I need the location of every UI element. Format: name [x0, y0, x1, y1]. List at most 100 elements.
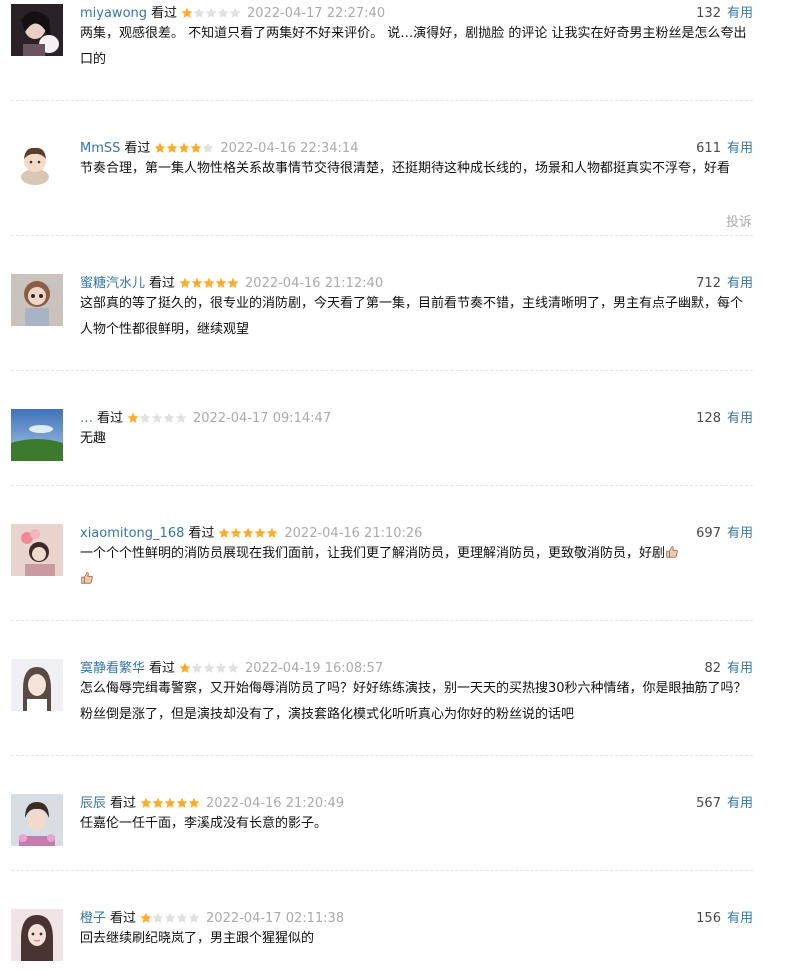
avatar[interactable]: [11, 524, 63, 576]
username-link[interactable]: 寞静看繁华: [80, 661, 145, 676]
comment-time: 2022-04-16 21:10:26: [284, 526, 423, 541]
star-empty-icon: [229, 7, 241, 18]
comment-time: 2022-04-17 22:27:40: [247, 6, 386, 21]
useful-button[interactable]: 有用: [727, 911, 753, 926]
star-filled-icon: [215, 277, 227, 288]
watched-label: 看过: [124, 141, 151, 156]
rating-stars-graphic: [218, 527, 278, 538]
avatar[interactable]: [11, 909, 63, 961]
comment-text: 怎么侮辱完缉毒警察，又开始侮辱消防员了吗？好好练练演技，别一天天的买热搜30秒六…: [80, 681, 747, 722]
username-link[interactable]: xiaomitong_168: [80, 526, 184, 541]
divider: [11, 370, 753, 371]
star-filled-icon: [179, 662, 191, 673]
username-link[interactable]: 蜜糖汽水儿: [80, 276, 145, 291]
rating-stars-graphic: [155, 142, 214, 153]
username-link[interactable]: MmSS: [80, 141, 120, 156]
rating-stars-graphic: [140, 912, 200, 923]
star-empty-icon: [163, 412, 175, 423]
avatar[interactable]: [11, 274, 63, 326]
thumbs-up-emoji-icon: [81, 572, 93, 584]
star-empty-icon: [152, 912, 164, 923]
useful-button[interactable]: 有用: [727, 526, 753, 541]
rating-stars: [140, 912, 200, 924]
watched-label: 看过: [151, 6, 178, 21]
rating-stars: [127, 412, 187, 424]
avatar-image: [11, 794, 63, 846]
vote-count: 156: [696, 911, 721, 926]
comment-time: 2022-04-19 16:08:57: [245, 661, 384, 676]
comment-text: 任嘉伦一任千面，李溪成没有长意的影子。: [80, 816, 328, 831]
useful-button[interactable]: 有用: [727, 796, 753, 811]
star-filled-icon: [167, 142, 178, 153]
rating-stars-graphic: [127, 412, 187, 423]
star-filled-icon: [152, 797, 164, 808]
vote-count: 82: [704, 661, 721, 676]
star-filled-icon: [191, 277, 203, 288]
rating-stars-graphic: [140, 797, 200, 808]
comment-time: 2022-04-16 21:20:49: [206, 796, 345, 811]
star-empty-icon: [191, 662, 203, 673]
avatar[interactable]: [11, 139, 63, 191]
star-filled-icon: [140, 797, 152, 808]
avatar-image: [11, 274, 63, 326]
thumbs-up-emoji-icon: [666, 546, 678, 558]
star-empty-icon: [151, 412, 163, 423]
rating-stars: [154, 142, 214, 154]
divider: [11, 620, 753, 621]
star-filled-icon: [218, 527, 230, 538]
comment-text: 这部真的等了挺久的，很专业的消防剧，今天看了第一集，目前看节奏不错，主线清晰明了…: [80, 296, 744, 337]
comment-time: 2022-04-17 02:11:38: [206, 911, 345, 926]
rating-stars-graphic: [181, 7, 241, 18]
rating-stars: [179, 662, 239, 674]
watched-label: 看过: [188, 526, 215, 541]
useful-button[interactable]: 有用: [727, 661, 753, 676]
star-filled-icon: [254, 527, 266, 538]
rating-stars-graphic: [179, 662, 239, 673]
divider: [11, 235, 753, 236]
rating-stars: [218, 527, 278, 539]
watched-label: 看过: [110, 911, 137, 926]
username-link[interactable]: 橙子: [80, 911, 106, 926]
useful-button[interactable]: 有用: [727, 141, 753, 156]
useful-button[interactable]: 有用: [727, 411, 753, 426]
star-filled-icon: [266, 527, 278, 538]
avatar[interactable]: [11, 4, 63, 56]
star-filled-icon: [176, 797, 188, 808]
star-filled-icon: [191, 142, 202, 153]
divider: [11, 755, 753, 756]
avatar-image: [11, 409, 63, 461]
username-link[interactable]: …: [80, 411, 93, 426]
useful-button[interactable]: 有用: [727, 276, 753, 291]
star-empty-icon: [193, 7, 205, 18]
watched-label: 看过: [149, 276, 176, 291]
avatar-image: [11, 139, 63, 191]
comment-text: 两集，观感很差。 不知道只看了两集好不好来评价。 说…演得好，剧抛脸 的评论 让…: [80, 26, 747, 67]
rating-stars: [179, 277, 239, 289]
report-link[interactable]: 投诉: [726, 211, 752, 230]
star-empty-icon: [217, 7, 229, 18]
star-filled-icon: [227, 277, 239, 288]
username-link[interactable]: miyawong: [80, 6, 147, 21]
useful-button[interactable]: 有用: [727, 6, 753, 21]
star-empty-icon: [176, 912, 188, 923]
star-empty-icon: [203, 142, 214, 153]
comment-text: 节奏合理，第一集人物性格关系故事情节交待很清楚，还挺期待这种成长线的，场景和人物…: [80, 161, 731, 176]
star-filled-icon: [230, 527, 242, 538]
avatar[interactable]: [11, 409, 63, 461]
star-filled-icon: [155, 142, 166, 153]
divider: [11, 100, 753, 101]
username-link[interactable]: 辰辰: [80, 796, 106, 811]
star-filled-icon: [179, 277, 191, 288]
comment-time: 2022-04-16 22:34:14: [220, 141, 359, 156]
comment-text: 无趣: [80, 431, 107, 446]
avatar-image: [11, 659, 63, 711]
rating-stars-graphic: [179, 277, 239, 288]
star-filled-icon: [188, 797, 200, 808]
star-empty-icon: [203, 662, 215, 673]
star-filled-icon: [140, 912, 152, 923]
avatar[interactable]: [11, 659, 63, 711]
star-empty-icon: [215, 662, 227, 673]
vote-count: 128: [696, 411, 721, 426]
star-filled-icon: [127, 412, 139, 423]
avatar[interactable]: [11, 794, 63, 846]
